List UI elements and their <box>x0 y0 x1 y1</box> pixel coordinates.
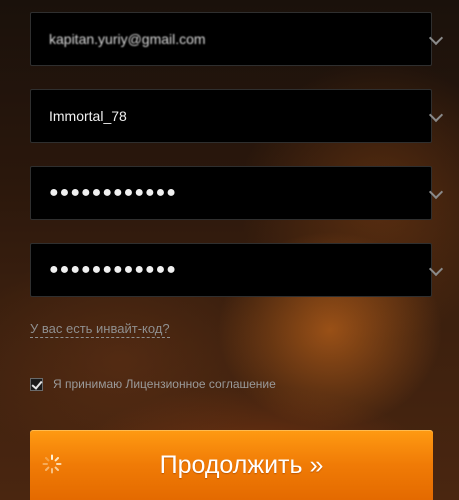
chevron-down-icon <box>428 184 444 200</box>
invite-code-link[interactable]: У вас есть инвайт-код? <box>30 321 170 338</box>
license-label: Я принимаю Лицензионное соглашение <box>53 377 276 391</box>
license-checkbox[interactable] <box>30 377 43 391</box>
chevron-down-icon <box>428 30 444 46</box>
spinner-icon <box>42 454 62 474</box>
email-value: kapitan.yuriy@gmail.com <box>49 31 206 47</box>
license-agreement[interactable]: Я принимаю Лицензионное соглашение <box>30 377 276 391</box>
password-value: ●●●●●●●●●●●● <box>49 184 177 201</box>
password-confirm-field[interactable]: ●●●●●●●●●●●● <box>30 243 444 297</box>
continue-label: Продолжить » <box>159 450 324 479</box>
login-value: Immortal_78 <box>49 108 127 124</box>
password-field[interactable]: ●●●●●●●●●●●● <box>30 166 444 220</box>
login-field[interactable]: Immortal_78 <box>30 89 444 143</box>
password-confirm-value: ●●●●●●●●●●●● <box>49 261 177 278</box>
email-field[interactable]: kapitan.yuriy@gmail.com <box>30 12 444 66</box>
continue-button[interactable]: Продолжить » <box>30 430 433 500</box>
chevron-down-icon <box>428 107 444 123</box>
chevron-down-icon <box>428 261 444 277</box>
